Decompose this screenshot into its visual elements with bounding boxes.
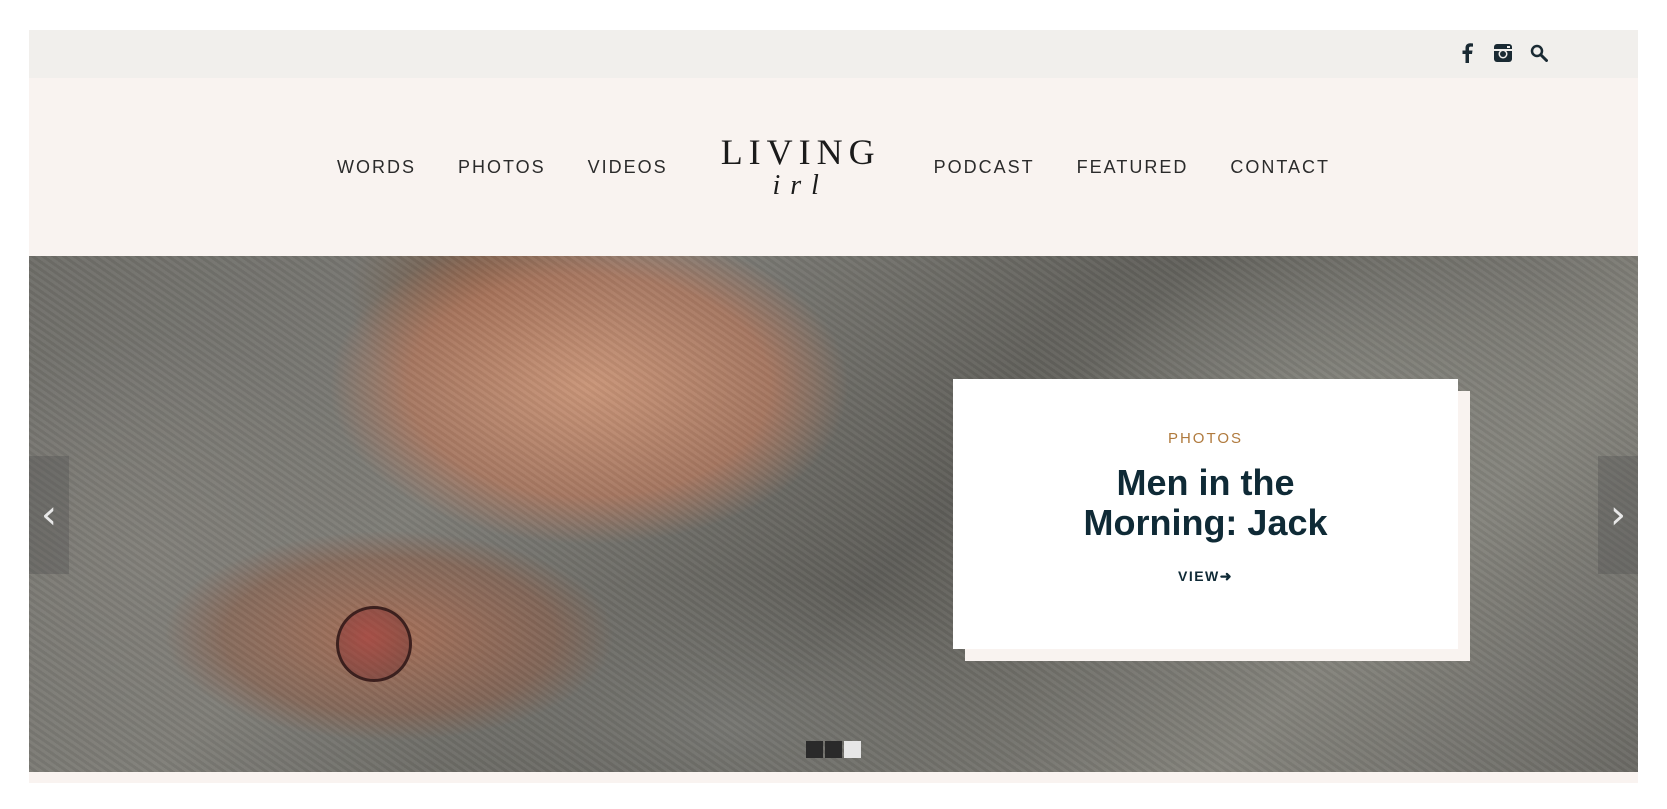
logo-line-1: LIVING	[720, 132, 881, 172]
site-header: WORDS PHOTOS VIDEOS LIVING irl PODCAST F…	[29, 78, 1638, 256]
nav-item-podcast[interactable]: PODCAST	[934, 157, 1035, 178]
bottom-strip	[29, 772, 1638, 783]
view-post-link[interactable]: VIEW➜	[953, 568, 1458, 585]
slider-dot-3[interactable]	[844, 741, 861, 758]
slider-prev-arrow[interactable]: ‹	[29, 456, 69, 574]
hero-photo-tattoo	[336, 606, 412, 682]
search-icon[interactable]	[1528, 42, 1550, 64]
featured-post-card: PHOTOS Men in the Morning: Jack VIEW➜	[953, 379, 1458, 649]
instagram-icon[interactable]	[1492, 42, 1514, 64]
nav-item-videos[interactable]: VIDEOS	[588, 157, 668, 178]
chevron-right-icon: ›	[1610, 492, 1626, 538]
chevron-left-icon: ‹	[41, 492, 57, 538]
nav-item-featured[interactable]: FEATURED	[1077, 157, 1189, 178]
slider-dot-2[interactable]	[825, 741, 842, 758]
page-frame: WORDS PHOTOS VIDEOS LIVING irl PODCAST F…	[29, 30, 1638, 783]
post-title[interactable]: Men in the Morning: Jack	[953, 463, 1458, 543]
nav-item-words[interactable]: WORDS	[337, 157, 416, 178]
top-utility-bar	[29, 30, 1638, 78]
social-links	[1456, 42, 1550, 64]
main-nav: WORDS PHOTOS VIDEOS LIVING irl PODCAST F…	[316, 134, 1351, 200]
site-logo[interactable]: LIVING irl	[721, 134, 881, 200]
nav-item-contact[interactable]: CONTACT	[1230, 157, 1330, 178]
post-category[interactable]: PHOTOS	[953, 430, 1458, 447]
slider-dot-1[interactable]	[806, 741, 823, 758]
post-title-line-2: Morning: Jack	[1083, 502, 1328, 543]
facebook-icon[interactable]	[1456, 42, 1478, 64]
nav-item-photos[interactable]: PHOTOS	[458, 157, 546, 178]
hero-slider: ‹ › PHOTOS Men in the Morning: Jack VIEW…	[29, 256, 1638, 772]
logo-line-2: irl	[772, 170, 829, 201]
post-title-line-1: Men in the	[1116, 462, 1295, 503]
slider-pagination	[806, 741, 861, 758]
slider-next-arrow[interactable]: ›	[1598, 456, 1638, 574]
